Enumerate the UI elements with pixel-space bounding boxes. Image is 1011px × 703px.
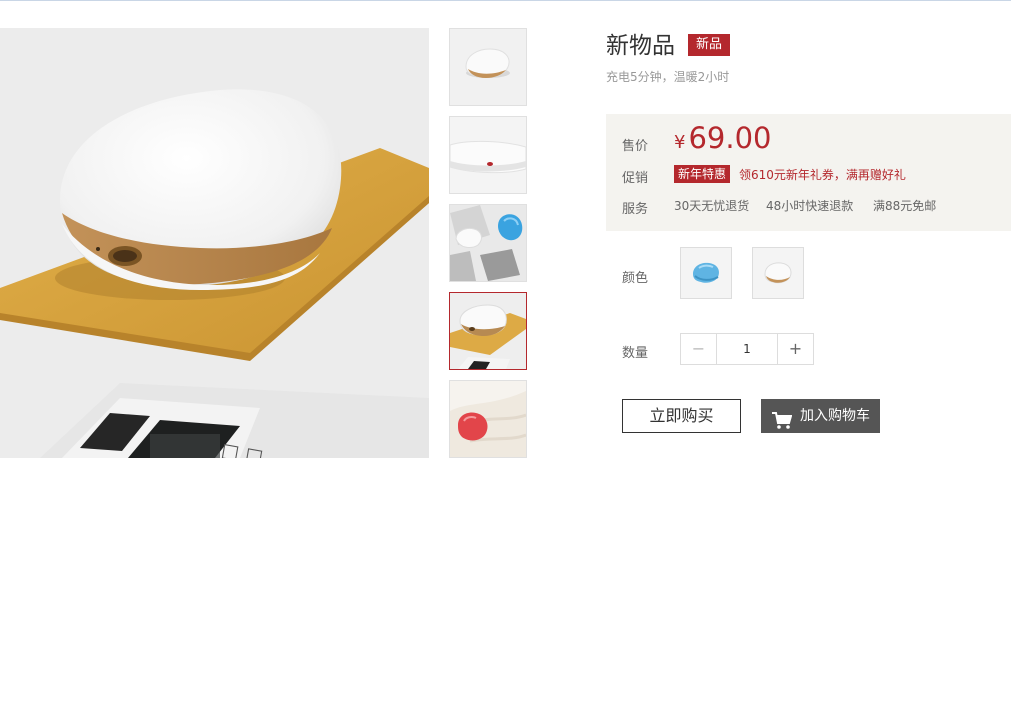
color-option-white[interactable] bbox=[752, 247, 804, 299]
price-amount: 69.00 bbox=[688, 121, 772, 155]
shopping-cart-icon bbox=[772, 408, 793, 442]
add-to-cart-button[interactable]: 加入购物车 bbox=[761, 399, 880, 433]
quantity-stepper: − + bbox=[680, 333, 814, 365]
thumbnail-5[interactable] bbox=[449, 380, 527, 458]
price-value: ¥69.00 bbox=[674, 121, 771, 155]
promotion-link[interactable]: 领610元新年礼券，满再赠好礼 bbox=[739, 166, 906, 183]
promotion-label: 促销 bbox=[622, 171, 649, 186]
color-option-blue[interactable] bbox=[680, 247, 732, 299]
price-label: 售价 bbox=[622, 139, 649, 154]
quantity-increase-button[interactable]: + bbox=[777, 334, 813, 364]
service-item-refund: 48小时快速退款 bbox=[766, 199, 854, 213]
service-item-free-shipping: 满88元免邮 bbox=[873, 199, 937, 213]
thumbnail-3[interactable] bbox=[449, 204, 527, 282]
color-label: 颜色 bbox=[622, 271, 649, 286]
product-title: 新物品 bbox=[606, 33, 675, 59]
product-subtitle: 充电5分钟，温暖2小时 bbox=[606, 70, 730, 84]
quantity-input[interactable] bbox=[717, 334, 777, 364]
quantity-decrease-button[interactable]: − bbox=[681, 334, 717, 364]
thumbnail-2[interactable] bbox=[449, 116, 527, 194]
thumbnail-1[interactable] bbox=[449, 28, 527, 106]
service-label: 服务 bbox=[622, 202, 649, 217]
currency-symbol: ¥ bbox=[674, 132, 686, 153]
service-item-returns: 30天无忧退货 bbox=[674, 199, 750, 213]
add-to-cart-label: 加入购物车 bbox=[800, 408, 870, 424]
buy-now-button[interactable]: 立即购买 bbox=[622, 399, 741, 433]
quantity-label: 数量 bbox=[622, 346, 649, 361]
top-divider bbox=[0, 0, 1011, 1]
main-product-image: ☐ ☐ bbox=[0, 28, 429, 458]
thumbnail-4[interactable] bbox=[449, 292, 527, 370]
promotion-tag: 新年特惠 bbox=[674, 165, 731, 183]
new-badge: 新品 bbox=[688, 34, 731, 56]
